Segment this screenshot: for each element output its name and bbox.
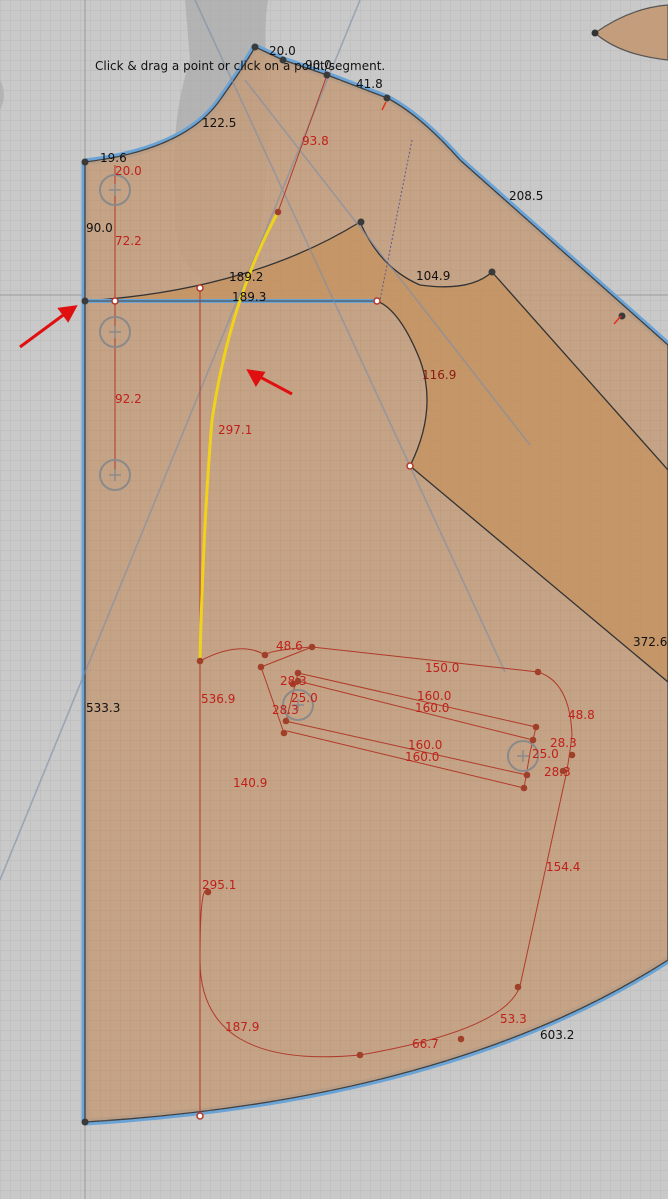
- label-armhole: 208.5: [509, 189, 543, 203]
- label-sleeve-104-9: 104.9: [416, 269, 450, 283]
- label-red-160-d: 160.0: [405, 750, 439, 764]
- label-red-28-3-a: 28.3: [280, 674, 307, 688]
- label-red-536-9: 536.9: [201, 692, 235, 706]
- label-right-372-6: 372.6: [633, 635, 667, 649]
- label-red-92-2: 92.2: [115, 392, 142, 406]
- label-red-140-9: 140.9: [233, 776, 267, 790]
- label-red-66-7: 66.7: [412, 1037, 439, 1051]
- label-red-150: 150.0: [425, 661, 459, 675]
- label-left-533-3: 533.3: [86, 701, 120, 715]
- label-red-72-2: 72.2: [115, 234, 142, 248]
- label-red-28-3-d: 28.3: [544, 765, 571, 779]
- label-red-93-8: 93.8: [302, 134, 329, 148]
- label-top-neck: 20.0: [269, 44, 296, 58]
- label-red-48-8: 48.8: [568, 708, 595, 722]
- corner-piece-point[interactable]: [591, 29, 599, 37]
- label-mid-189-3: 189.3: [232, 290, 266, 304]
- label-red-25-b: 25.0: [532, 747, 559, 761]
- pattern-canvas[interactable]: 20.0 90.0 41.8 122.5 19.6 208.5 90.0 189…: [0, 0, 668, 1199]
- label-hem: 603.2: [540, 1028, 574, 1042]
- label-red-295-1: 295.1: [202, 878, 236, 892]
- label-red-187-9: 187.9: [225, 1020, 259, 1034]
- label-left-90: 90.0: [86, 221, 113, 235]
- label-red-154-4: 154.4: [546, 860, 580, 874]
- label-mid-189-2: 189.2: [229, 270, 263, 284]
- label-neck-curve: 122.5: [202, 116, 236, 130]
- label-red-160-b: 160.0: [415, 701, 449, 715]
- label-red-53-3: 53.3: [500, 1012, 527, 1026]
- label-sleeve-116-9: 116.9: [422, 368, 456, 382]
- label-shoulder: 41.8: [356, 77, 383, 91]
- label-red-28-3-b: 28.3: [272, 703, 299, 717]
- label-red-48-6: 48.6: [276, 639, 303, 653]
- label-yellow-297-1: 297.1: [218, 423, 252, 437]
- label-left-19-6: 19.6: [100, 151, 127, 165]
- label-red-20: 20.0: [115, 164, 142, 178]
- instruction-hint: Click & drag a point or click on a point…: [95, 59, 386, 73]
